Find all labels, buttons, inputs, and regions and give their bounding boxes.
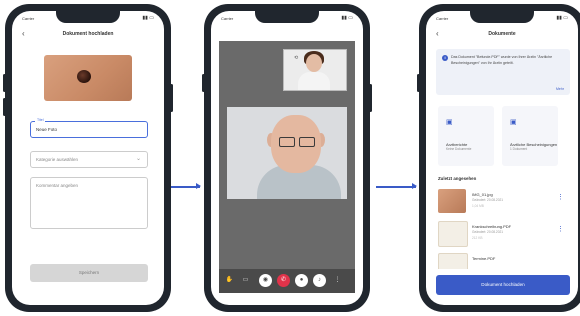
file-thumbnail <box>438 253 468 269</box>
file-date: Geändert: 20.08.2021 <box>472 230 504 234</box>
category-count: Keine Dokumente <box>446 147 472 151</box>
info-banner: i Das Dokument "Befunde.PDF" wurde von I… <box>436 49 570 95</box>
notch <box>56 11 120 23</box>
file-thumbnail <box>438 189 466 213</box>
chat-icon[interactable]: ▭ <box>239 274 252 287</box>
file-size: 1,04 MB <box>472 204 484 208</box>
flow-arrow-1 <box>170 183 201 189</box>
folder-icon: ▣ <box>510 119 517 126</box>
name-field-label: Titel <box>35 118 46 122</box>
more-vertical-icon[interactable]: ⋮ <box>557 194 564 201</box>
category-card-bescheinigungen[interactable]: ▣ Ärztliche Bescheinigungen 1 Dokument <box>502 106 558 166</box>
flow-arrow-2 <box>376 183 417 189</box>
page-title: Dokument hochladen <box>62 31 114 37</box>
file-size: 212 KB <box>472 236 483 240</box>
file-name: IMG_01.jpg <box>472 192 493 197</box>
list-item[interactable]: IMG_01.jpg Geändert: 20.08.2021 1,04 MB … <box>434 187 570 215</box>
upload-document-button[interactable]: Dokument hochladen <box>436 275 570 295</box>
name-field[interactable]: Titel Neue Foto <box>30 118 148 138</box>
comment-field[interactable]: Kommentar angeben <box>30 177 148 229</box>
category-name: Arztberichte Keine Dokumente <box>446 142 472 151</box>
hand-icon[interactable]: ✋ <box>223 274 236 287</box>
battery-icon: ▮▮ ▭ <box>341 15 353 21</box>
camera-icon[interactable]: ◉ <box>259 274 272 287</box>
file-date: Geändert: 20.08.2021 <box>472 198 504 202</box>
list-item[interactable]: Termine.PDF <box>434 251 570 269</box>
phone-documents: Carrier 12:00 ▮▮ ▭ ‹ Dokumente i Das Dok… <box>417 4 580 312</box>
self-view-video[interactable]: ⟲ <box>283 49 347 91</box>
document-photo <box>44 55 132 101</box>
notch <box>255 11 319 23</box>
file-name: Termine.PDF <box>472 256 496 261</box>
file-name: Krankschreibung.PDF <box>472 224 512 229</box>
call-controls: ✋ ▭ ◉ ✆ ● ♪ ⋮ <box>219 269 355 293</box>
comment-placeholder: Kommentar angeben <box>36 183 79 188</box>
battery-icon: ▮▮ ▭ <box>142 15 154 21</box>
phone-upload: Carrier 12:00 ▮▮ ▭ ‹ Dokument hochladen … <box>3 4 173 312</box>
name-field-value: Neue Foto <box>36 127 58 132</box>
header: ‹ Dokument hochladen <box>12 27 164 43</box>
list-item[interactable]: Krankschreibung.PDF Geändert: 20.08.2021… <box>434 219 570 247</box>
category-count: 1 Dokument <box>510 147 528 151</box>
call-area: ⟲ <box>219 41 355 293</box>
recent-heading: Zuletzt angesehen <box>438 176 477 181</box>
hangup-icon[interactable]: ✆ <box>277 274 290 287</box>
folder-icon: ▣ <box>446 119 453 126</box>
header: ‹ Dokumente <box>426 27 578 43</box>
phone-video-call: Carrier 12:00 ▮▮ ▭ ⟲ ✋ ▭ ◉ ✆ ● ♪ ⋮ <box>202 4 372 312</box>
file-thumbnail <box>438 221 468 247</box>
chevron-down-icon: ⌄ <box>135 156 141 162</box>
category-name: Ärztliche Bescheinigungen 1 Dokument <box>510 142 558 151</box>
speaker-icon[interactable]: ♪ <box>313 274 326 287</box>
info-icon: i <box>442 55 448 61</box>
category-card-arztberichte[interactable]: ▣ Arztberichte Keine Dokumente <box>438 106 494 166</box>
remote-video <box>227 107 347 199</box>
category-select[interactable]: Kategorie auswählen ⌄ <box>30 151 148 168</box>
more-vertical-icon[interactable]: ⋮ <box>557 226 564 233</box>
category-placeholder: Kategorie auswählen <box>36 157 79 162</box>
info-text: Das Dokument "Befunde.PDF" wurde von Ihr… <box>451 55 553 65</box>
more-icon[interactable]: ⋮ <box>331 274 344 287</box>
mic-icon[interactable]: ● <box>295 274 308 287</box>
save-button[interactable]: Speichern <box>30 264 148 282</box>
info-more-link[interactable]: Mehr <box>556 87 564 91</box>
battery-icon: ▮▮ ▭ <box>556 15 568 21</box>
page-title: Dokumente <box>488 31 516 37</box>
notch <box>470 11 534 23</box>
switch-camera-icon[interactable]: ⟲ <box>294 55 298 61</box>
